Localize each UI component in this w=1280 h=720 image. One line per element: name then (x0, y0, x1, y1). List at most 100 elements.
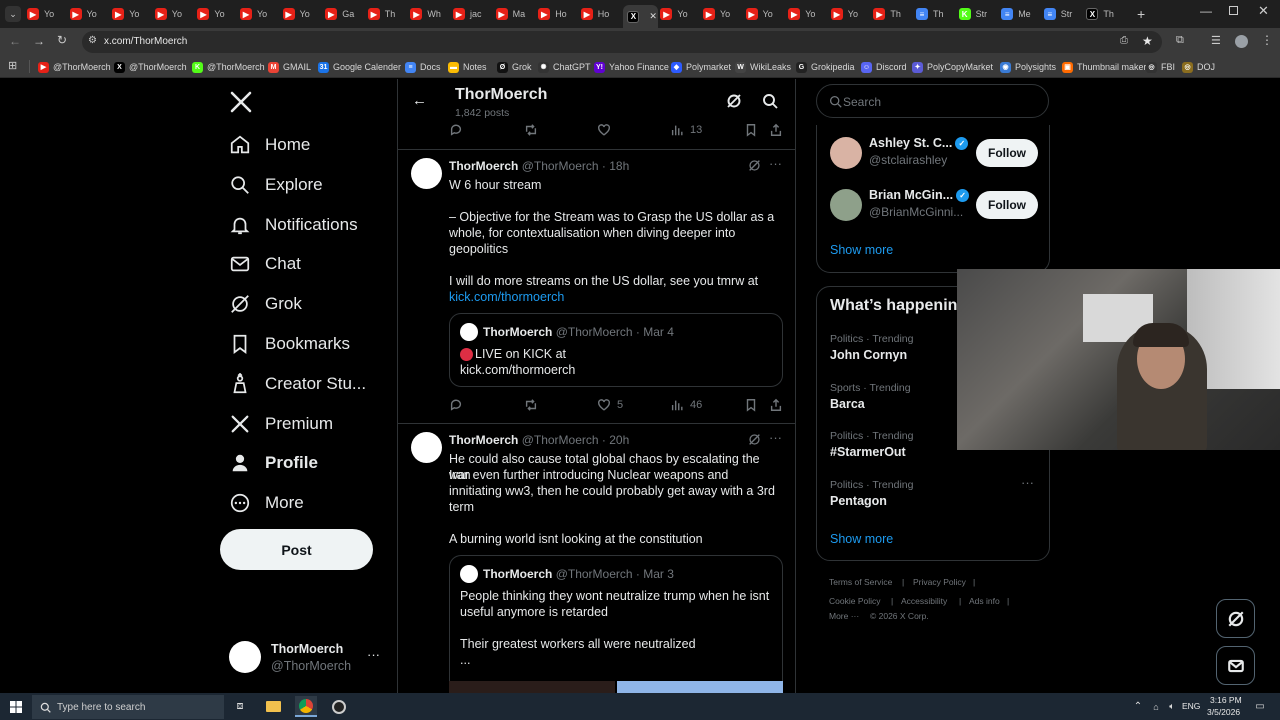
footer-more-link[interactable]: More ··· (829, 611, 859, 621)
browser-tab[interactable]: ▶ Yo (27, 5, 68, 23)
trend-item[interactable]: Politics · Trending Pentagon ··· (817, 475, 1049, 519)
chrome-icon[interactable] (295, 696, 317, 717)
show-more-link[interactable]: Show more (830, 243, 893, 257)
browser-tab[interactable]: X Th (1086, 5, 1127, 23)
grok-icon[interactable] (748, 433, 761, 451)
sidebar-item-more[interactable]: More (229, 488, 304, 518)
follow-suggestion[interactable]: Ashley St. C... ✓ @stclairashley Follow (817, 134, 1051, 174)
bookmark-item[interactable]: Ø Grok (497, 60, 532, 74)
suggestion-avatar[interactable] (830, 137, 862, 169)
language-indicator[interactable]: ENG (1182, 701, 1200, 711)
browser-tab[interactable]: K Str (958, 5, 1000, 23)
follow-button[interactable]: Follow (976, 191, 1038, 219)
repost-button[interactable] (524, 123, 538, 137)
browser-tab[interactable]: ▶ Ho (538, 5, 579, 23)
bookmark-item[interactable]: 31 Google Calender (318, 60, 401, 74)
minimize-button[interactable]: — (1200, 4, 1212, 18)
sidebar-item-premium[interactable]: Premium (229, 409, 333, 439)
sidebar-item-grok[interactable]: Grok (229, 289, 302, 319)
bookmark-item[interactable]: ◉ Polysights (1000, 60, 1056, 74)
browser-tab[interactable]: ≡ Str (1043, 5, 1085, 23)
browser-tab[interactable]: ▶ Yo (69, 5, 111, 23)
show-more-link[interactable]: Show more (830, 532, 893, 546)
grok-icon[interactable] (748, 159, 761, 177)
x-logo-icon[interactable] (229, 90, 253, 114)
reload-icon[interactable]: ↻ (57, 33, 67, 47)
grok-icon[interactable] (726, 93, 742, 114)
browser-tab[interactable]: ≡ Me (1001, 5, 1042, 23)
site-info-icon[interactable]: ⚙ (88, 35, 97, 46)
bookmark-star-icon[interactable]: ★ (1142, 34, 1153, 48)
search-box[interactable]: Search (816, 84, 1049, 118)
footer-link[interactable]: Terms of Service (829, 577, 892, 587)
grok-floating-button[interactable] (1216, 599, 1255, 638)
bookmark-button[interactable] (744, 398, 758, 412)
taskbar-search-box[interactable]: Type here to search (32, 695, 224, 719)
quoted-tweet[interactable]: ThorMoerch @ThorMoerch · Mar 4 LIVE on K… (449, 313, 783, 387)
apps-grid-icon[interactable]: ⊞ (8, 59, 17, 72)
share-button[interactable] (769, 123, 783, 137)
sidebar-item-bookmarks[interactable]: Bookmarks (229, 329, 350, 359)
browser-tab[interactable]: ▶ Wh (410, 5, 451, 23)
browser-tab[interactable]: ▶ Yo (703, 5, 744, 23)
browser-tab[interactable]: ▶ Th (367, 5, 409, 23)
tweet-more-icon[interactable]: ··· (769, 430, 782, 445)
tweet-time[interactable]: · 20h (602, 433, 629, 447)
follow-suggestion[interactable]: Brian McGin... ✓ @BrianMcGinni... Follow (817, 186, 1051, 226)
bookmark-item[interactable]: ▶ @ThorMoerch (38, 60, 111, 74)
like-button[interactable] (597, 123, 611, 137)
back-arrow-icon[interactable]: ← (9, 34, 21, 48)
bookmark-item[interactable]: ◎ FBI (1146, 60, 1175, 74)
bookmark-item[interactable]: ◆ Polymarket (671, 60, 731, 74)
browser-tab[interactable]: ▶ Yo (745, 5, 787, 23)
quote-image[interactable] (617, 681, 783, 693)
footer-link[interactable]: Privacy Policy (913, 577, 966, 587)
volume-icon[interactable]: 🔈︎ (1161, 696, 1183, 717)
back-button[interactable]: ← (412, 92, 427, 109)
views-button[interactable]: 46 (670, 398, 702, 412)
bookmark-item[interactable]: K @ThorMoerch (192, 60, 265, 74)
browser-tab[interactable]: ▶ Yo (830, 5, 872, 23)
reply-button[interactable] (449, 398, 463, 412)
browser-tab[interactable]: ▶ Th (873, 5, 914, 23)
browser-tab[interactable]: ▶ Yo (197, 5, 238, 23)
bookmark-button[interactable] (744, 123, 758, 137)
bookmark-item[interactable]: ☺ Discord (861, 60, 907, 74)
tweet-author-name[interactable]: ThorMoerch (449, 159, 518, 173)
footer-link[interactable]: Accessibility (901, 596, 947, 606)
bookmark-item[interactable]: ▣ Thumbnail maker (1062, 60, 1147, 74)
repost-button[interactable] (524, 398, 538, 412)
bookmark-item[interactable]: M GMAIL (268, 60, 311, 74)
sidebar-item-profile[interactable]: Profile (229, 448, 318, 478)
close-window-button[interactable]: ✕ (1258, 3, 1269, 19)
browser-tab[interactable]: ▶ Yo (282, 5, 324, 23)
sidebar-item-notifications[interactable]: Notifications (229, 210, 358, 240)
install-app-icon[interactable]: ⎙ (1120, 35, 1128, 46)
sidebar-item-home[interactable]: Home (229, 130, 310, 160)
quote-image[interactable] (449, 681, 615, 693)
bookmark-item[interactable]: ✦ PolyCopyMarket (912, 60, 993, 74)
tweet-author-name[interactable]: ThorMoerch (449, 433, 518, 447)
url-bar[interactable]: ⚙ x.com/ThorMoerch ⎙ ★ (82, 31, 1162, 53)
taskbar-date[interactable]: 3/5/2026 (1207, 707, 1240, 717)
tweet[interactable]: ThorMoerch @ThorMoerch · 20h ··· He coul… (398, 424, 795, 693)
tweet-link[interactable]: kick.com/thormoerch (449, 289, 784, 305)
footer-link[interactable]: Ads info (969, 596, 1000, 606)
browser-tab[interactable]: ≡ Th (916, 5, 957, 23)
quoted-tweet[interactable]: ThorMoerch @ThorMoerch · Mar 3 People th… (449, 555, 783, 693)
bookmark-item[interactable]: W WikiLeaks (735, 60, 791, 74)
browser-tab[interactable]: ▶ jac (453, 5, 494, 23)
windows-start-button[interactable] (5, 696, 27, 717)
footer-link[interactable]: Cookie Policy (829, 596, 881, 606)
account-switcher[interactable]: ThorMoerch @ThorMoerch ··· (229, 639, 389, 675)
suggestion-avatar[interactable] (830, 189, 862, 221)
browser-tab[interactable]: ▶ Yo (154, 5, 196, 23)
search-icon[interactable] (762, 93, 778, 114)
bookmark-item[interactable]: ▬ Notes (448, 60, 487, 74)
browser-tab[interactable]: ▶ Yo (112, 5, 153, 23)
tab-search-button[interactable]: ⌄ (5, 6, 21, 22)
notifications-icon[interactable]: ▭ (1249, 696, 1271, 717)
bookmark-item[interactable]: X @ThorMoerch (114, 60, 187, 74)
tweet[interactable]: ThorMoerch @ThorMoerch · 18h ··· W 6 hou… (398, 150, 795, 420)
obs-icon[interactable] (328, 696, 350, 717)
